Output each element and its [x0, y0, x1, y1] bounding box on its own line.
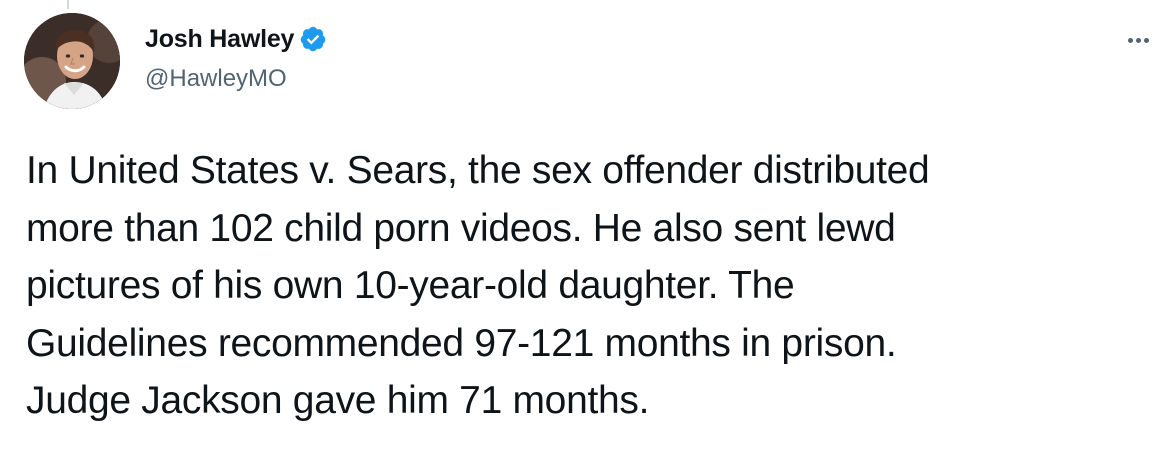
- user-block: Josh Hawley @HawleyMO: [145, 22, 327, 94]
- tweet-text-line: pictures of his own 10-year-old daughter…: [26, 264, 795, 307]
- more-horizontal-icon: [1127, 37, 1133, 43]
- more-horizontal-icon-dot: [1143, 37, 1149, 43]
- name-row: Josh Hawley: [145, 22, 327, 56]
- tweet-text: In United States v. Sears, the sex offen…: [26, 142, 1146, 430]
- verified-icon: [299, 25, 327, 53]
- user-handle[interactable]: @HawleyMO: [145, 64, 327, 94]
- profile-photo: [24, 13, 120, 109]
- thread-connector-line: [67, 0, 69, 9]
- tweet-text-line: Judge Jackson gave him 71 months.: [26, 379, 650, 422]
- display-name[interactable]: Josh Hawley: [145, 22, 294, 56]
- tweet-card: Josh Hawley @HawleyMO In United States v…: [0, 0, 1176, 452]
- tweet-text-line: more than 102 child porn videos. He also…: [26, 206, 896, 250]
- more-horizontal-icon-dot: [1135, 37, 1141, 43]
- tweet-text-line: In United States v. Sears, the sex offen…: [26, 149, 930, 192]
- more-options-button[interactable]: [1116, 30, 1160, 50]
- avatar[interactable]: [24, 13, 120, 109]
- tweet-text-line: Guidelines recommended 97-121 months in …: [26, 321, 897, 365]
